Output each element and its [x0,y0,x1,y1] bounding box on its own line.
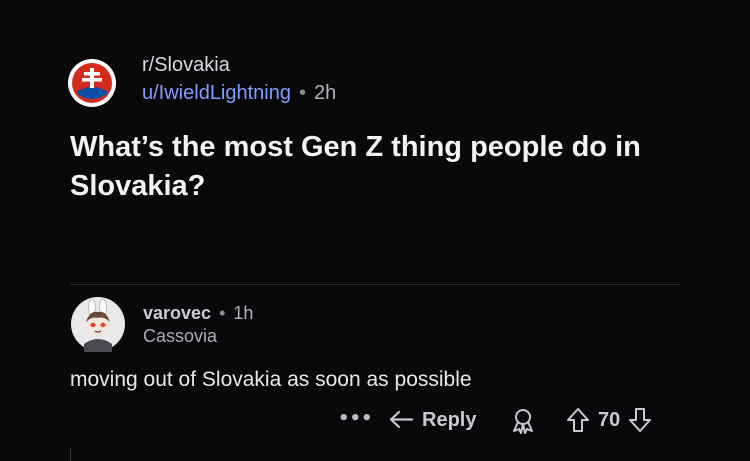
comment-time: 1h [233,303,254,323]
reply-label: Reply [422,408,477,431]
post-meta: u/IwieldLightning • 2h [142,82,336,105]
post-header: r/Slovakia u/IwieldLightning • 2h What’s t… [0,0,750,285]
downvote-arrow-icon[interactable] [628,407,652,433]
user-flair: Cassovia [143,326,218,346]
comment-meta-separator: • [219,303,226,323]
award-icon[interactable] [511,408,535,434]
post-author-link[interactable]: u/IwieldLightning [142,82,291,104]
comment-body: moving out of Slovakia as soon as possib… [70,368,472,391]
vote-score: 70 [598,409,621,431]
more-dots-icon[interactable]: ••• [338,409,373,429]
reply-arrow-icon [389,410,414,429]
meta-separator: • [299,82,307,104]
reply-button[interactable]: Reply [388,405,488,435]
post-time: 2h [314,82,337,104]
thread-line [70,448,71,461]
upvote-arrow-icon[interactable] [566,407,590,433]
subreddit-name[interactable]: r/Slovakia [142,54,230,77]
user-avatar-icon[interactable] [70,296,126,352]
comment-actions: ••• Reply 70 [330,405,680,437]
subreddit-avatar-icon[interactable] [67,58,117,108]
section-divider [70,284,680,285]
comment-meta: varovec • 1h [143,303,253,324]
comment-author-link[interactable]: varovec [143,303,211,323]
post-title[interactable]: What’s the most Gen Z thing people do in… [70,128,710,206]
